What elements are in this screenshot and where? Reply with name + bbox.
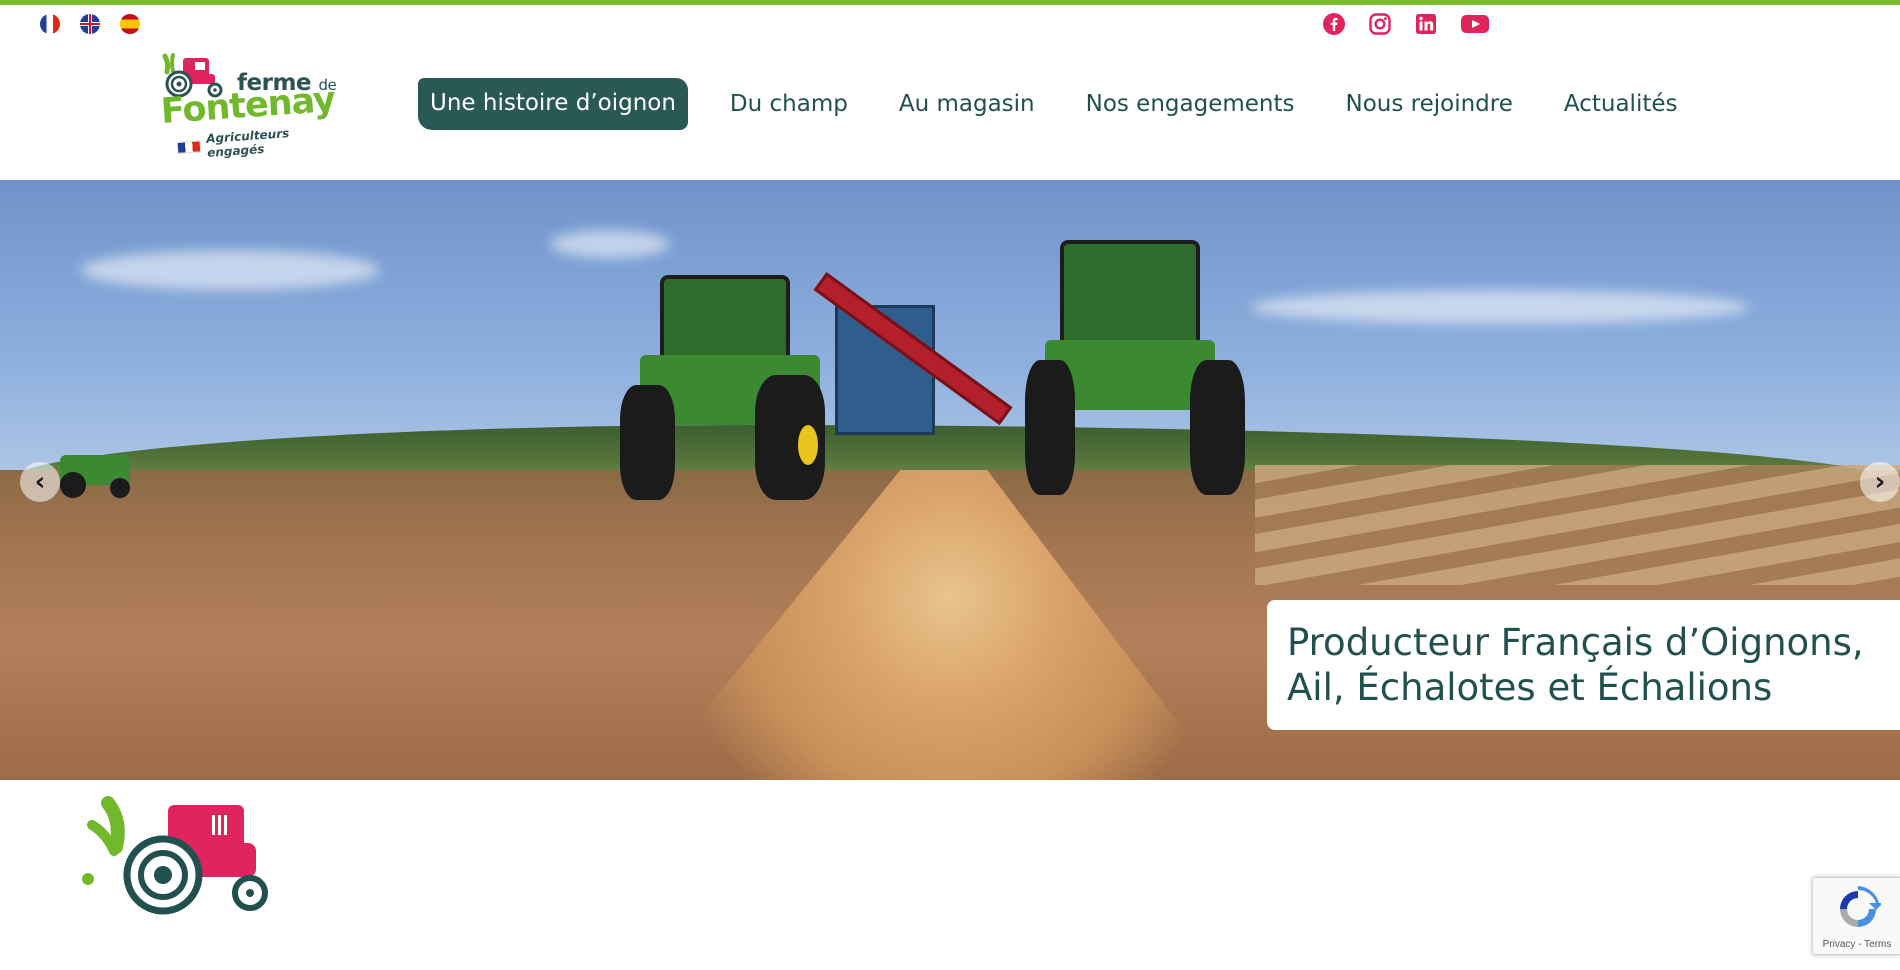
youtube-icon[interactable] xyxy=(1460,12,1490,36)
nav-item-nos-engagements[interactable]: Nos engagements xyxy=(1086,91,1295,117)
social-links xyxy=(1322,12,1490,36)
instagram-icon[interactable] xyxy=(1368,12,1392,36)
hero-cloud xyxy=(550,230,670,258)
hero-slider: ‹ › Producteur Français d’Oignons, Ail, … xyxy=(0,180,1900,780)
hero-caption-line-2: Ail, Échalotes et Échalions xyxy=(1287,666,1773,709)
nav-item-au-magasin[interactable]: Au magasin xyxy=(899,91,1035,117)
hero-tractor-right xyxy=(1010,240,1260,500)
facebook-icon[interactable] xyxy=(1322,12,1346,36)
main-nav: Une histoire d’oignon Du champ Au magasi… xyxy=(418,78,1729,130)
nav-item-nous-rejoindre[interactable]: Nous rejoindre xyxy=(1346,91,1513,117)
recaptcha-icon xyxy=(1835,886,1883,932)
hero-cloud xyxy=(1250,290,1750,324)
hero-caption: Producteur Français d’Oignons, Ail, Écha… xyxy=(1267,600,1900,730)
logo-tagline-text: Agriculteurs engagés xyxy=(205,126,290,160)
top-accent-bar xyxy=(0,0,1900,5)
section-tractor-icon xyxy=(78,795,270,915)
recaptcha-links[interactable]: Privacy - Terms xyxy=(1813,939,1900,950)
hero-tractor-far xyxy=(50,450,150,500)
recaptcha-badge[interactable]: Privacy - Terms xyxy=(1812,877,1900,955)
chevron-right-icon: › xyxy=(1874,467,1886,497)
linkedin-icon[interactable] xyxy=(1414,12,1438,36)
nav-item-actualites[interactable]: Actualités xyxy=(1564,91,1678,117)
flag-uk-icon[interactable] xyxy=(80,14,100,34)
nav-item-du-champ[interactable]: Du champ xyxy=(730,91,848,117)
nav-item-une-histoire-doignon[interactable]: Une histoire d’oignon xyxy=(418,78,688,130)
hero-tractor-left xyxy=(620,275,860,505)
hero-onion-rows xyxy=(1255,465,1900,585)
hero-cloud xyxy=(80,250,380,290)
flag-es-icon[interactable] xyxy=(120,14,140,34)
language-switcher xyxy=(40,14,140,34)
flag-fr-icon[interactable] xyxy=(40,14,60,34)
hero-caption-line-1: Producteur Français d’Oignons, xyxy=(1287,621,1864,664)
chevron-left-icon: ‹ xyxy=(34,467,46,497)
slider-next-button[interactable]: › xyxy=(1860,462,1900,502)
site-logo[interactable]: ferme de Fontenay Agriculteurs engagés xyxy=(155,52,350,162)
flag-fr-icon xyxy=(176,140,202,154)
slider-prev-button[interactable]: ‹ xyxy=(20,462,60,502)
